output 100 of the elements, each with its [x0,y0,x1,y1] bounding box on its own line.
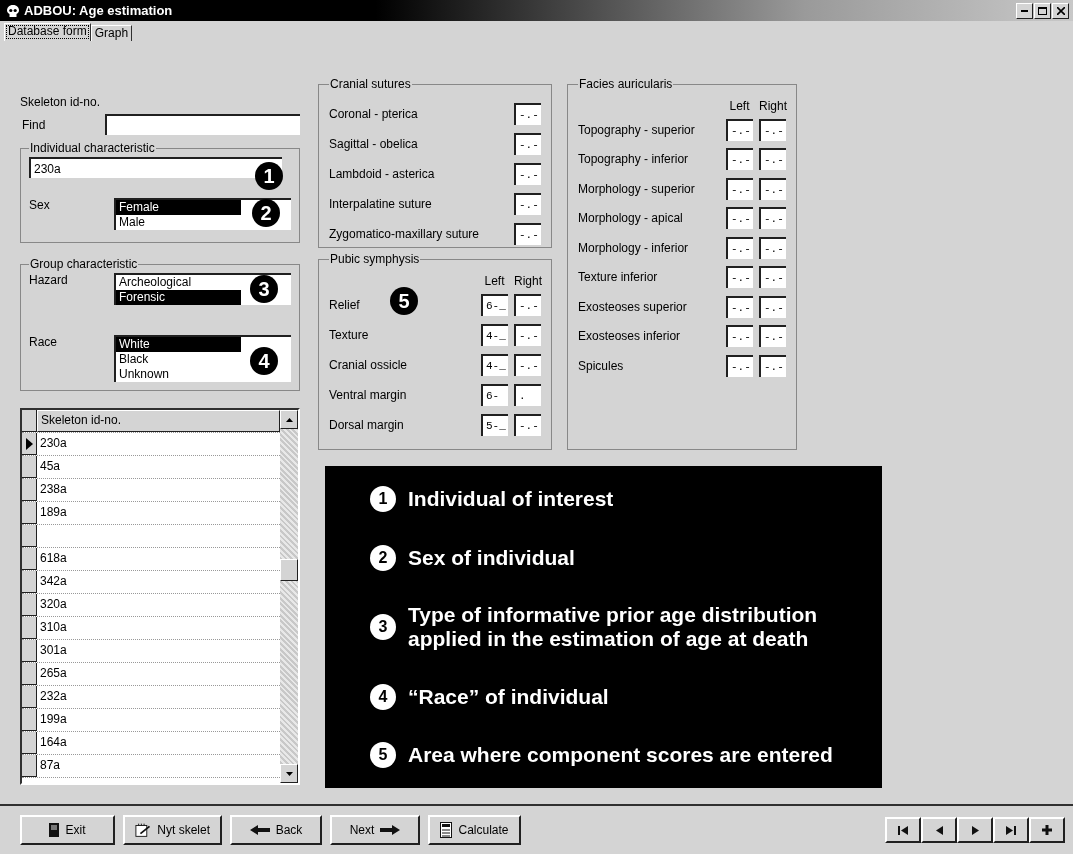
arrow-left-icon [249,825,270,835]
action-button[interactable]: Calculate [428,815,521,845]
row-selector[interactable] [22,548,37,570]
score-field[interactable]: 4-_ [481,324,508,346]
legend-number: 1 [370,486,396,512]
nav-button[interactable] [993,817,1029,843]
triangle-down-icon [285,771,293,776]
score-field[interactable]: 4-_ [481,354,508,376]
minimize-button[interactable] [1016,2,1033,19]
score-field[interactable]: -.- [726,266,753,289]
score-field[interactable]: -.- [759,148,786,171]
score-field[interactable]: -.- [726,177,753,200]
legend-text: Individual of interest [408,487,614,511]
score-field[interactable]: -.- [726,236,753,259]
triangle-up-icon [285,417,293,422]
score-label: Morphology - superior [578,181,695,196]
score-field[interactable]: -.- [726,118,753,141]
nav-button[interactable] [921,817,957,843]
table-cell-text: 320a [39,596,68,613]
score-label: Relief [329,298,360,312]
scrollbar[interactable] [280,410,298,783]
row-selector[interactable] [22,732,37,754]
close-button[interactable] [1052,2,1069,19]
notepad-icon [135,822,152,838]
legend-text: Type of informative prior age distribution applied in the estimation of age at death [408,603,819,651]
score-field[interactable]: -.- [514,324,541,346]
row-selector[interactable] [22,709,37,731]
score-field[interactable]: 6-_ [481,294,508,316]
score-field[interactable]: -.- [726,325,753,348]
legend-number: 5 [370,742,396,768]
nav-button[interactable] [957,817,993,843]
row-selector[interactable] [22,479,37,501]
list-option[interactable]: Forensic [116,290,241,305]
triangle-left-icon [935,825,943,835]
tab[interactable]: Database form [4,23,91,41]
score-label: Topography - inferior [578,152,689,167]
score-field[interactable]: -.- [514,163,541,185]
score-field[interactable]: -.- [514,103,541,125]
action-button[interactable]: Exit [20,815,115,845]
skip-back-icon [898,825,908,835]
row-selector[interactable] [22,502,37,524]
score-field[interactable]: 6- [481,384,508,406]
row-selector[interactable] [22,617,37,639]
row-selector[interactable] [22,755,37,777]
row-selector[interactable] [22,433,37,455]
scroll-up-button[interactable] [280,410,298,429]
nav-button[interactable] [1029,817,1065,843]
nav-button[interactable] [885,817,921,843]
legend-number: 2 [370,544,396,571]
tab[interactable]: Graph [90,25,133,41]
score-field[interactable]: -.- [759,295,786,318]
scroll-thumb[interactable] [280,559,298,581]
group-title: Facies auricularis [578,77,674,91]
maximize-button[interactable] [1034,2,1051,19]
scroll-down-button[interactable] [280,764,298,783]
list-option[interactable]: Female [116,200,241,215]
find-field[interactable] [105,114,300,135]
row-selector[interactable] [22,686,37,708]
row-selector[interactable] [22,525,37,547]
score-field[interactable]: -.- [514,133,541,155]
score-field[interactable]: -.- [759,236,786,259]
score-field[interactable]: -.- [759,325,786,348]
row-selector[interactable] [22,663,37,685]
arrow-right-icon [380,825,401,835]
door-icon [49,823,60,837]
list-option[interactable]: White [116,337,241,352]
score-field[interactable]: -.- [759,354,786,377]
score-field[interactable]: -.- [759,266,786,289]
action-button[interactable]: Next [330,815,420,845]
score-field[interactable]: -.- [514,294,541,316]
score-field[interactable]: -.- [759,118,786,141]
score-field[interactable]: -.- [514,414,541,436]
score-field[interactable]: -.- [514,354,541,376]
calculator-icon [440,822,453,838]
score-field[interactable]: -.- [726,207,753,230]
score-field[interactable]: -.- [759,207,786,230]
group-title: Cranial sutures [329,77,412,91]
row-selector[interactable] [22,571,37,593]
score-field[interactable]: -.- [514,223,541,245]
action-button[interactable]: Nyt skelet [123,815,222,845]
column-header: Skeleton id-no. [37,410,280,432]
score-field[interactable]: -.- [726,148,753,171]
score-label: Morphology - apical [578,211,683,226]
score-field[interactable]: -.- [726,295,753,318]
table-cell-text: 301a [39,642,68,659]
table-cell-text: 265a [39,665,68,682]
row-selector[interactable] [22,640,37,662]
score-field[interactable]: -.- [759,177,786,200]
row-selector[interactable] [22,594,37,616]
legend-number: 3 [370,614,396,640]
table-cell-text: 230a [39,435,68,452]
row-selector[interactable] [22,456,37,478]
score-field[interactable]: -.- [726,354,753,377]
action-button[interactable]: Back [230,815,322,845]
score-field[interactable]: . [514,384,541,406]
table-cell-text: 199a [39,711,68,728]
score-field[interactable]: -.- [514,193,541,215]
row-selector [22,410,37,432]
score-field[interactable]: 5-_ [481,414,508,436]
row-pointer-icon [25,437,33,450]
